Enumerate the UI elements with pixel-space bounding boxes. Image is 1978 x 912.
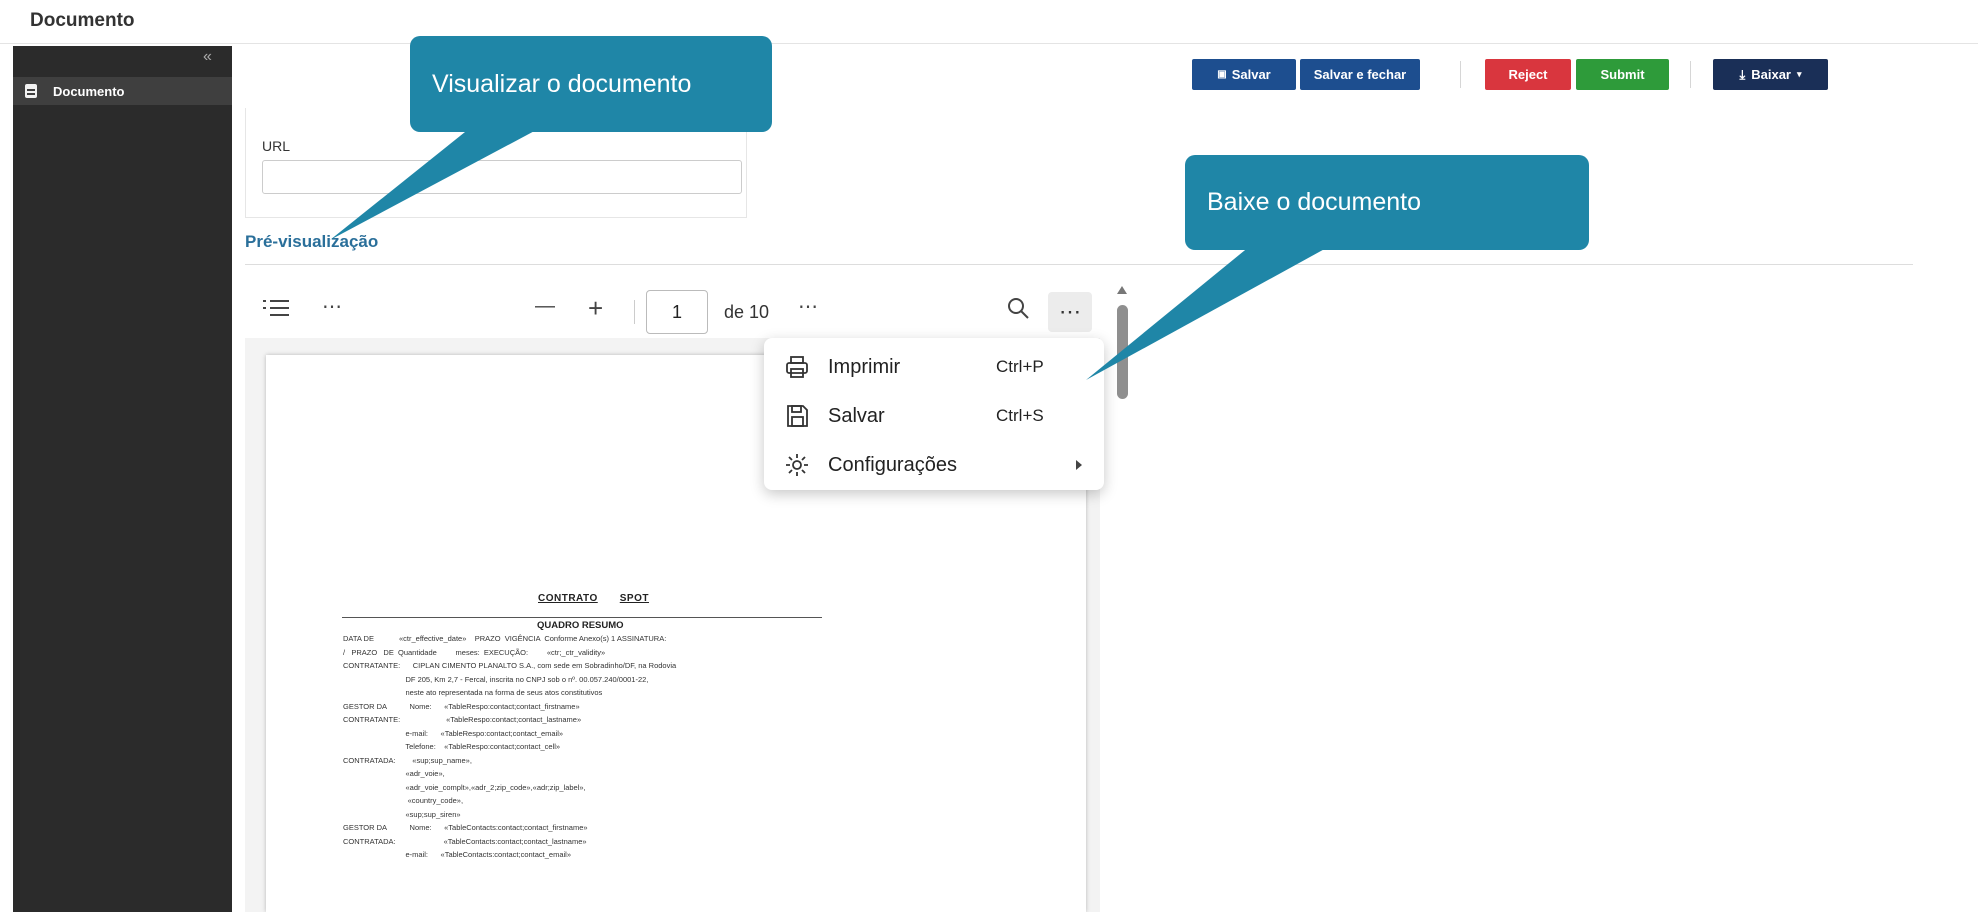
callout-download-document: Baixe o documento [1185,155,1589,250]
callout-pointers [330,128,1330,380]
callout-view-document: Visualizar o documento [410,36,772,132]
